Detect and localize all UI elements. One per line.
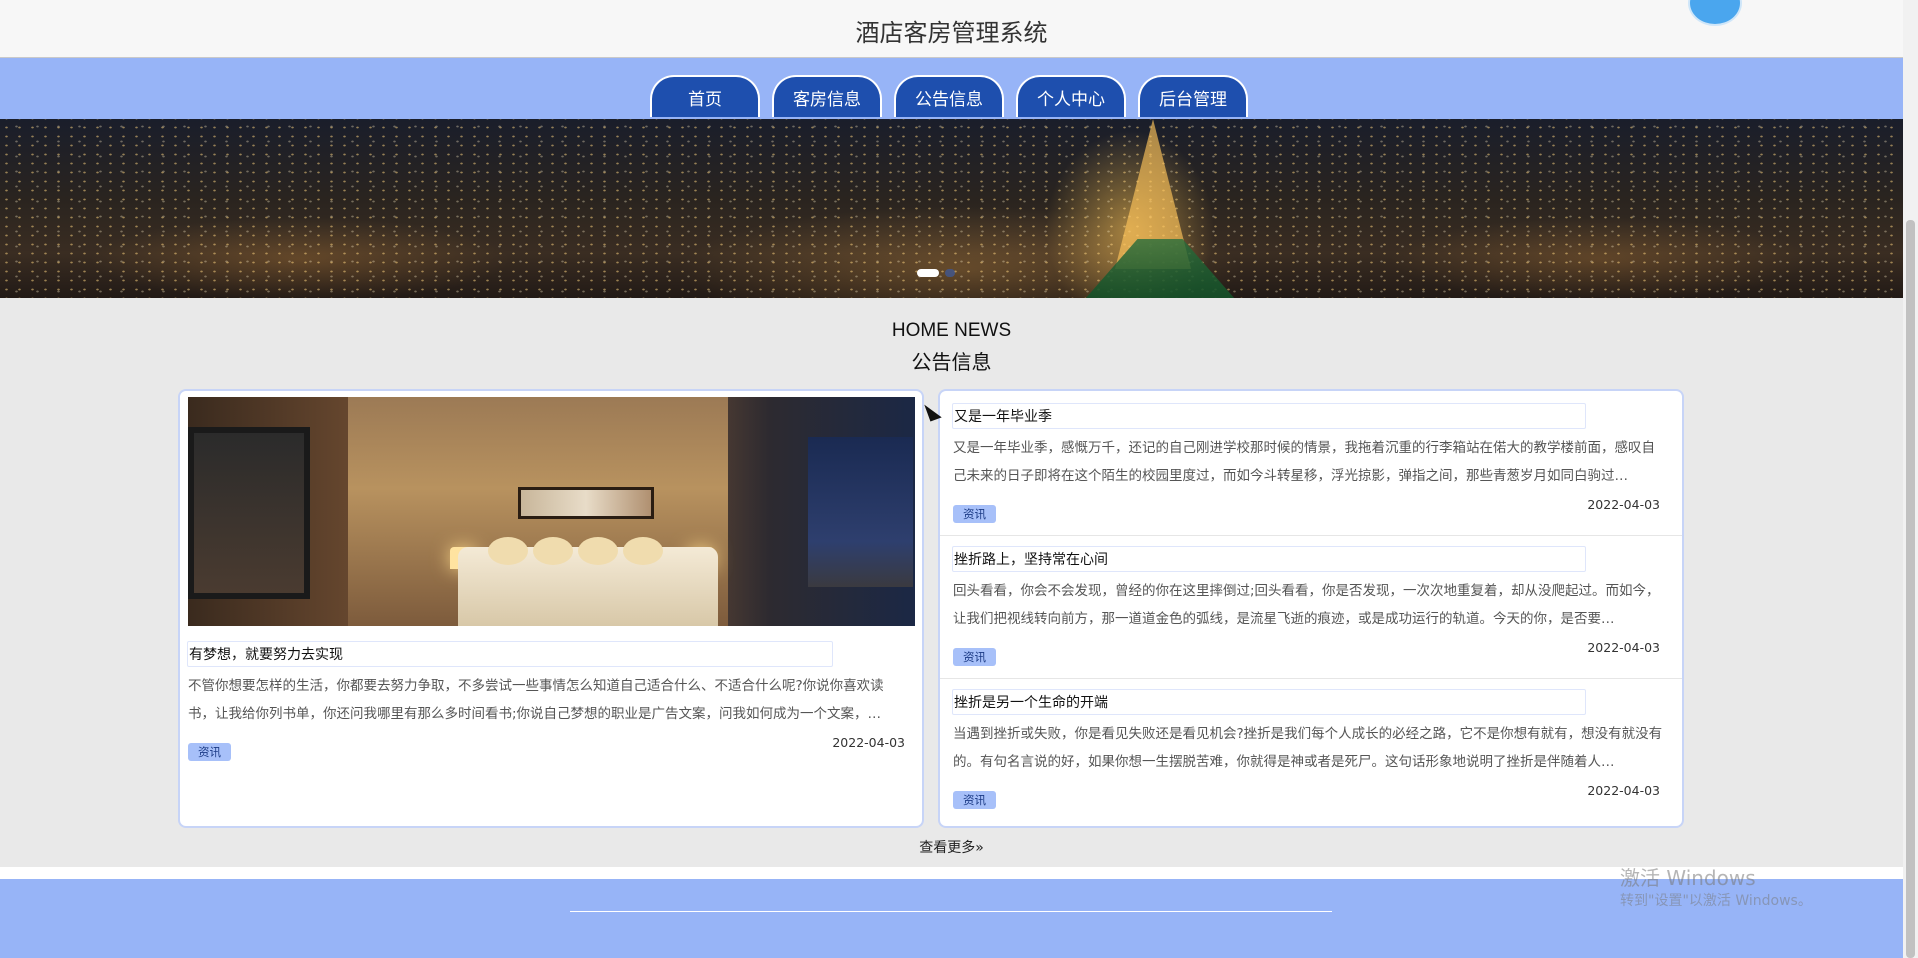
carousel-dot[interactable] <box>945 269 955 277</box>
news-item-tag[interactable]: 资讯 <box>953 648 996 666</box>
news-item-tag[interactable]: 资讯 <box>953 791 996 809</box>
news-item-title[interactable]: 挫折是另一个生命的开端 <box>952 689 1586 715</box>
nav-item-profile[interactable]: 个人中心 <box>1016 75 1126 117</box>
news-item-date: 2022-04-03 <box>1587 497 1660 512</box>
windows-activation-hint: 转到"设置"以激活 Windows。 <box>1620 893 1812 909</box>
news-item-desc: 当遇到挫折或失败，你是看见失败还是看见机会?挫折是我们每个人成长的必经之路，它不… <box>953 726 1663 770</box>
site-title: 酒店客房管理系统 <box>855 19 1048 47</box>
carousel-dot-active[interactable] <box>917 269 939 277</box>
news-item-desc: 回头看看，你会不会发现，曾经的你在这里摔倒过;回头看看，你是否发现，一次次地重复… <box>953 583 1660 627</box>
list-divider <box>940 535 1682 536</box>
room-pillow <box>488 537 528 565</box>
room-pillow <box>533 537 573 565</box>
site-footer <box>0 879 1903 958</box>
nav-item-home[interactable]: 首页 <box>650 75 760 117</box>
featured-news-date: 2022-04-03 <box>832 735 905 750</box>
room-window <box>188 427 310 599</box>
featured-news-desc: 不管你想要怎样的生活，你都要去努力争取，不多尝试一些事情怎么知道自己适合什么、不… <box>188 678 884 722</box>
footer-gap <box>0 867 1903 879</box>
news-item-tag[interactable]: 资讯 <box>953 505 996 523</box>
nav-item-admin[interactable]: 后台管理 <box>1138 75 1248 117</box>
carousel-indicators <box>917 269 961 277</box>
nav-item-rooms[interactable]: 客房信息 <box>772 75 882 117</box>
list-divider <box>940 678 1682 679</box>
featured-news-title[interactable]: 有梦想，就要努力去实现 <box>187 641 833 667</box>
featured-news-tag[interactable]: 资讯 <box>188 743 231 761</box>
news-item-title[interactable]: 挫折路上，坚持常在心间 <box>952 546 1586 572</box>
news-item-date: 2022-04-03 <box>1587 640 1660 655</box>
news-heading-cn: 公告信息 <box>911 350 992 374</box>
view-more-link[interactable]: 查看更多» <box>0 837 1903 857</box>
room-pillow <box>623 537 663 565</box>
room-artwork <box>518 487 654 519</box>
footer-divider <box>570 911 1332 912</box>
windows-activation-title: 激活 Windows <box>1620 866 1756 890</box>
featured-news-image[interactable] <box>188 397 915 626</box>
room-night-window <box>808 437 913 587</box>
scrollbar-thumb[interactable] <box>1906 220 1915 958</box>
news-item-date: 2022-04-03 <box>1587 783 1660 798</box>
navbar: 首页 客房信息 公告信息 个人中心 后台管理 <box>0 58 1903 119</box>
news-item-title[interactable]: 又是一年毕业季 <box>952 403 1586 429</box>
banner-carousel[interactable] <box>0 119 1903 298</box>
room-pillow <box>578 537 618 565</box>
news-heading-en: HOME NEWS <box>891 320 1012 341</box>
nav-item-announcements[interactable]: 公告信息 <box>894 75 1004 117</box>
site-header: 酒店客房管理系统 <box>0 0 1903 58</box>
nav-menu: 首页 客房信息 公告信息 个人中心 后台管理 <box>650 75 1260 117</box>
news-item-desc: 又是一年毕业季，感慨万千，还记的自己刚进学校那时候的情景，我拖着沉重的行李箱站在… <box>953 440 1655 484</box>
